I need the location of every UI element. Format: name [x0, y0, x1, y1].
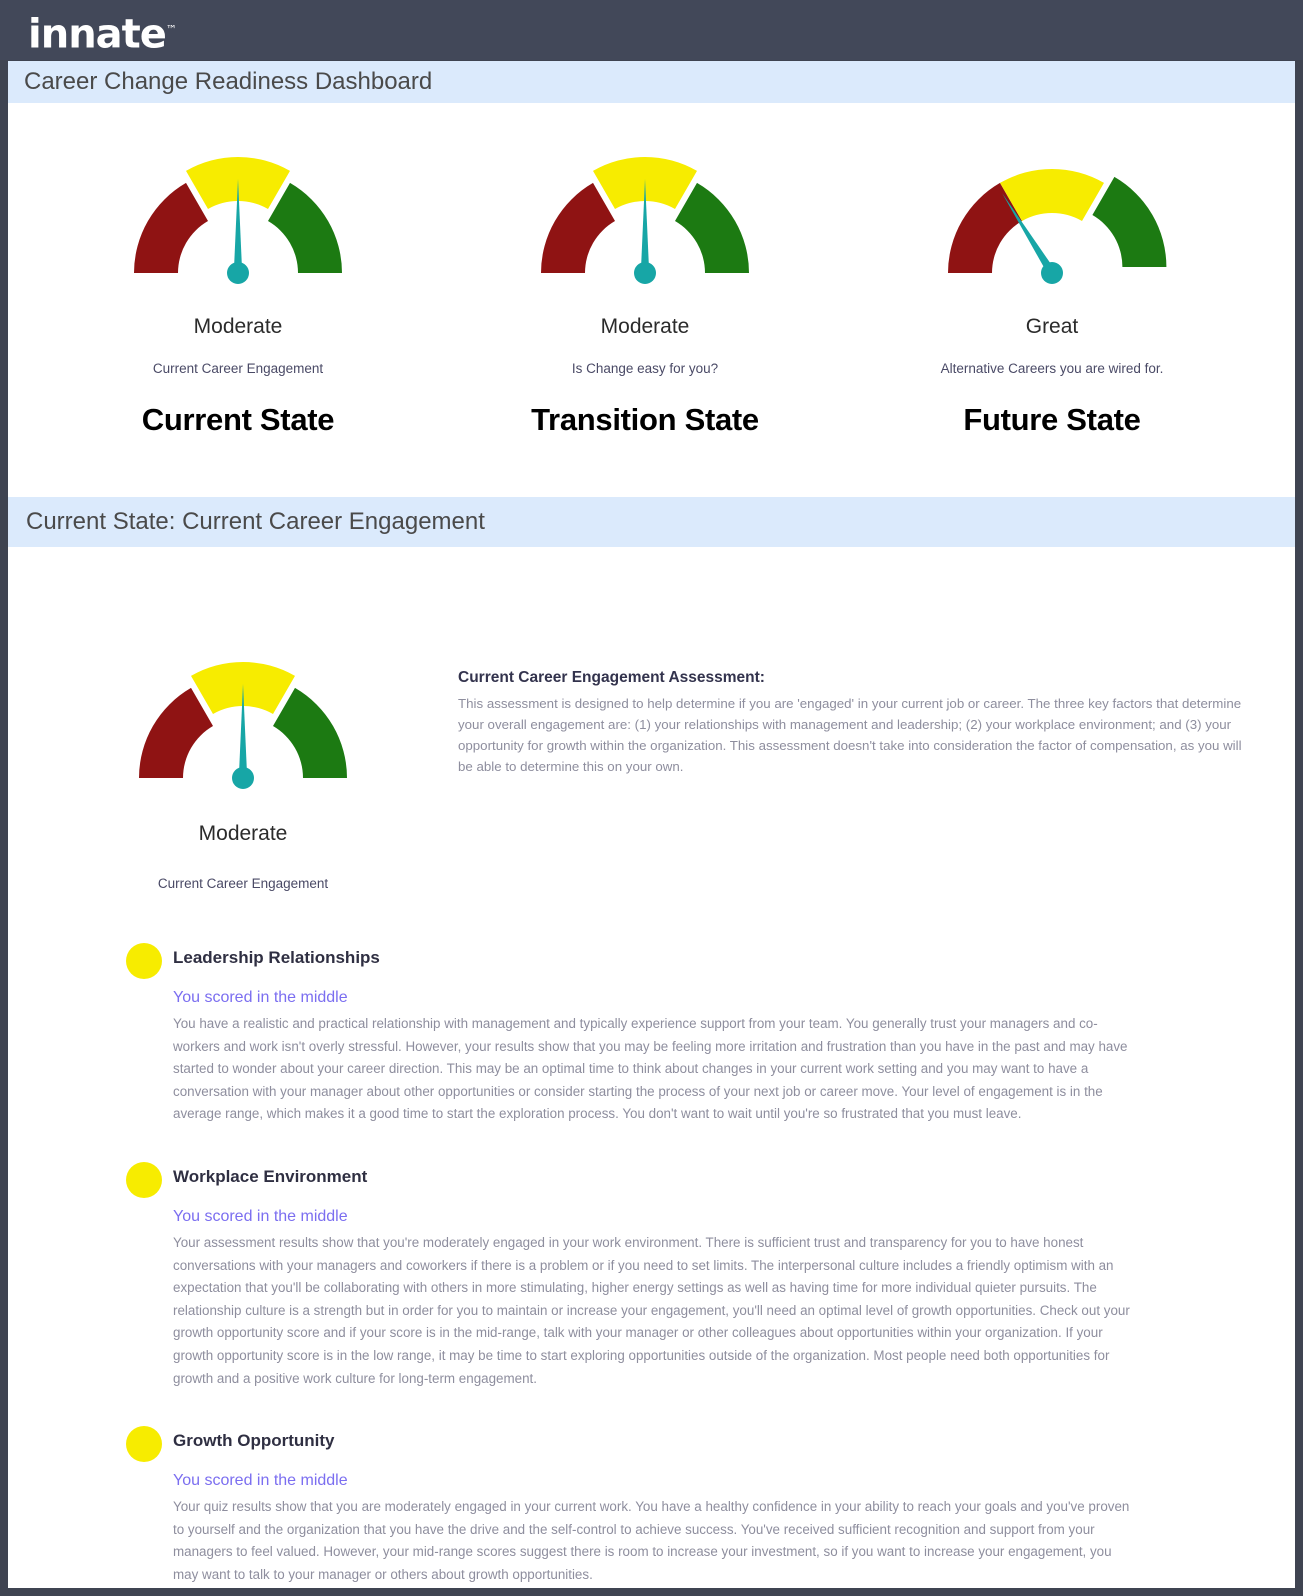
score-dot-icon: [126, 1426, 162, 1463]
gauge-segment-green: [675, 182, 749, 273]
gauge-segment-red: [139, 687, 213, 778]
factor-body: Your quiz results show that you are mode…: [173, 1499, 1130, 1582]
gauge-svg: [139, 662, 347, 789]
factor-score-label: You scored in the middle: [173, 1472, 348, 1490]
factor-title: Leadership Relationships: [173, 948, 380, 967]
factor-block-growth: Growth Opportunity You scored in the mid…: [8, 1424, 1295, 1586]
gauge-card-future-state: Great Alternative Careers you are wired …: [842, 111, 1262, 438]
gauge-value-label: Moderate: [193, 315, 283, 338]
summary-gauges-row: Moderate Current Career Engagement Curre…: [8, 111, 1295, 491]
gauge-segment-red: [541, 182, 615, 273]
report-page: innate™ Career Change Readiness Dashboar…: [0, 0, 1303, 1596]
section-title-band: Current State: Current Career Engagement: [8, 497, 1295, 547]
gauge-current-engagement: [28, 111, 448, 321]
gauge-hub: [232, 767, 254, 789]
dashboard-title-band: Career Change Readiness Dashboard: [8, 61, 1295, 103]
factor-score-label: You scored in the middle: [173, 989, 348, 1006]
gauge-segment-green: [1092, 176, 1167, 267]
gauge-alternative-careers: [842, 111, 1262, 321]
assessment-heading: Current Career Engagement Assessment:: [458, 669, 765, 686]
state-title: Future State: [963, 402, 1141, 437]
factor-block-leadership: Leadership Relationships You scored in t…: [8, 941, 1295, 1126]
gauge-segment-green: [268, 182, 342, 273]
gauge-svg: [541, 157, 749, 284]
gauge-card-current-state: Moderate Current Career Engagement Curre…: [28, 111, 448, 438]
factor-block-workplace: Workplace Environment You scored in the …: [8, 1160, 1295, 1390]
gauge-svg: [948, 169, 1167, 284]
report-document: Career Change Readiness Dashboard Modera…: [8, 61, 1295, 1588]
logo-wordmark: innate: [28, 11, 167, 58]
factor-body: You have a realistic and practical relat…: [173, 1016, 1128, 1122]
state-title: Transition State: [531, 402, 759, 437]
section-title: Current State: Current Career Engagement: [26, 508, 485, 535]
gauge-current-engagement-detail: [43, 616, 443, 826]
gauge-caption: Current Career Engagement: [152, 361, 324, 376]
gauge-value-label: Great: [1025, 315, 1079, 338]
detail-gauge-card: Moderate Current Career Engagement: [43, 616, 443, 891]
factor-list: Leadership Relationships You scored in t…: [8, 941, 1295, 1596]
gauge-hub: [227, 262, 249, 284]
dashboard-title: Career Change Readiness Dashboard: [24, 68, 433, 95]
score-dot-icon: [126, 1161, 162, 1198]
factor-body: Your assessment results show that you're…: [173, 1234, 1130, 1386]
gauge-hub: [1041, 262, 1063, 284]
gauge-caption: Current Career Engagement: [157, 876, 329, 891]
gauge-value-label: Moderate: [600, 315, 690, 338]
assessment-description: Current Career Engagement Assessment: Th…: [458, 669, 1258, 777]
gauge-segment-green: [273, 687, 347, 778]
gauge-value-label: Moderate: [198, 822, 288, 845]
trademark-symbol: ™: [165, 23, 177, 36]
score-dot-icon: [126, 943, 162, 979]
factor-title: Growth Opportunity: [173, 1431, 335, 1451]
factor-title: Workplace Environment: [173, 1166, 368, 1186]
gauge-card-transition-state: Moderate Is Change easy for you? Transit…: [435, 111, 855, 438]
innate-logo: innate™: [28, 8, 177, 56]
brand-header-bar: innate™: [0, 0, 1303, 60]
gauge-hub: [634, 262, 656, 284]
gauge-svg: [134, 157, 342, 284]
state-title: Current State: [141, 402, 335, 437]
gauge-caption: Alternative Careers you are wired for.: [940, 361, 1164, 376]
gauge-change-ease: [435, 111, 855, 321]
factor-score-label: You scored in the middle: [173, 1207, 348, 1225]
gauge-segment-red: [134, 182, 208, 273]
assessment-body: This assessment is designed to help dete…: [458, 696, 1242, 774]
gauge-caption: Is Change easy for you?: [571, 361, 719, 376]
